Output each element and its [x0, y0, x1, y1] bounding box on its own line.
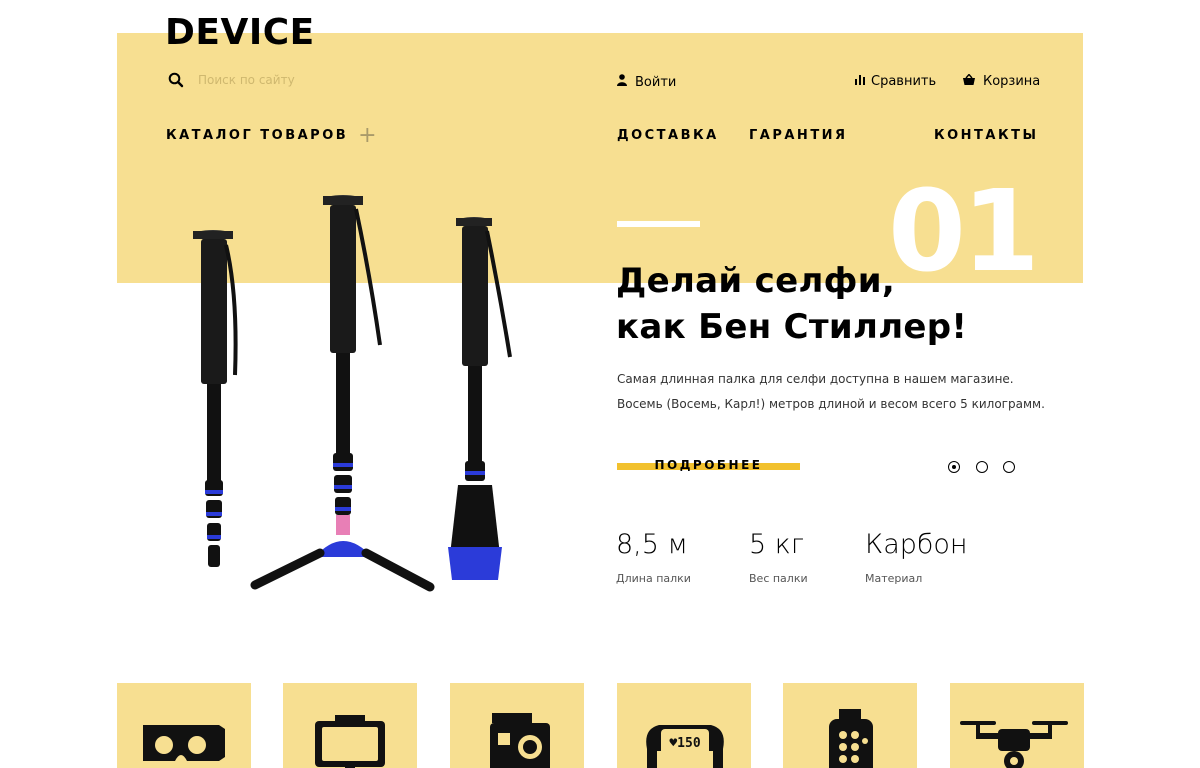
- category-phone-holder[interactable]: [283, 683, 417, 768]
- selfie-stick-image: [193, 195, 512, 592]
- cart-link[interactable]: Корзина: [963, 73, 1041, 89]
- smartwatch-icon: [829, 709, 873, 768]
- stat-value: 5 кг: [749, 529, 805, 560]
- stat-length: 8,5 м Длина палки: [616, 528, 691, 585]
- user-icon: [617, 74, 627, 90]
- stat-value: Карбон: [865, 529, 968, 560]
- hero-title: Делай селфи, как Бен Стиллер!: [616, 258, 967, 350]
- hero-description: Самая длинная палка для селфи доступна в…: [617, 367, 1047, 417]
- stat-material: Карбон Материал: [865, 528, 968, 585]
- basket-icon: [963, 73, 975, 89]
- slider-dot-1[interactable]: [948, 461, 960, 473]
- action-camera-icon: [490, 713, 550, 768]
- login-link[interactable]: Войти: [617, 74, 676, 90]
- hero-title-line2: как Бен Стиллер!: [616, 307, 968, 347]
- hero-description-line2: Восемь (Восемь, Карл!) метров длиной и в…: [617, 397, 1045, 411]
- category-vr[interactable]: [117, 683, 251, 768]
- nav-catalog-label: КАТАЛОГ ТОВАРОВ: [166, 128, 349, 143]
- more-button[interactable]: ПОДРОБНЕЕ: [617, 458, 800, 476]
- category-action-camera[interactable]: [450, 683, 584, 768]
- stat-label: Длина палки: [616, 572, 691, 585]
- stat-weight: 5 кг Вес палки: [749, 528, 808, 585]
- login-label: Войти: [635, 74, 677, 90]
- bar-chart-icon: [855, 74, 865, 89]
- vr-headset-icon: [143, 725, 225, 761]
- category-smartwatch[interactable]: [783, 683, 917, 768]
- category-drone[interactable]: [950, 683, 1084, 768]
- plus-icon[interactable]: +: [358, 124, 376, 146]
- accent-line: [617, 221, 700, 227]
- slider-dot-3[interactable]: [1003, 461, 1015, 473]
- stat-label: Вес палки: [749, 572, 808, 585]
- compare-label: Сравнить: [871, 74, 937, 89]
- nav-contacts[interactable]: КОНТАКТЫ: [934, 128, 1038, 143]
- category-fitness-band[interactable]: ♥150: [617, 683, 751, 768]
- cart-label: Корзина: [983, 74, 1041, 89]
- hero-title-line1: Делай селфи,: [616, 261, 896, 301]
- site-logo[interactable]: DEVICE: [165, 12, 315, 53]
- stat-label: Материал: [865, 572, 923, 585]
- nav-catalog[interactable]: КАТАЛОГ ТОВАРОВ +: [166, 124, 377, 146]
- fitness-band-icon: ♥150: [646, 725, 724, 768]
- drone-icon: [960, 721, 1068, 768]
- phone-holder-icon: [315, 715, 385, 768]
- search-bar[interactable]: [168, 72, 398, 88]
- nav-delivery[interactable]: ДОСТАВКА: [617, 128, 719, 143]
- band-display-text: ♥150: [669, 736, 700, 751]
- nav-warranty[interactable]: ГАРАНТИЯ: [749, 128, 848, 143]
- hero-description-line1: Самая длинная палка для селфи доступна в…: [617, 372, 1014, 386]
- stat-value: 8,5 м: [616, 529, 688, 560]
- search-icon[interactable]: [168, 72, 184, 88]
- search-input[interactable]: [198, 73, 398, 87]
- compare-link[interactable]: Сравнить: [855, 74, 936, 89]
- slider-dot-2[interactable]: [976, 461, 988, 473]
